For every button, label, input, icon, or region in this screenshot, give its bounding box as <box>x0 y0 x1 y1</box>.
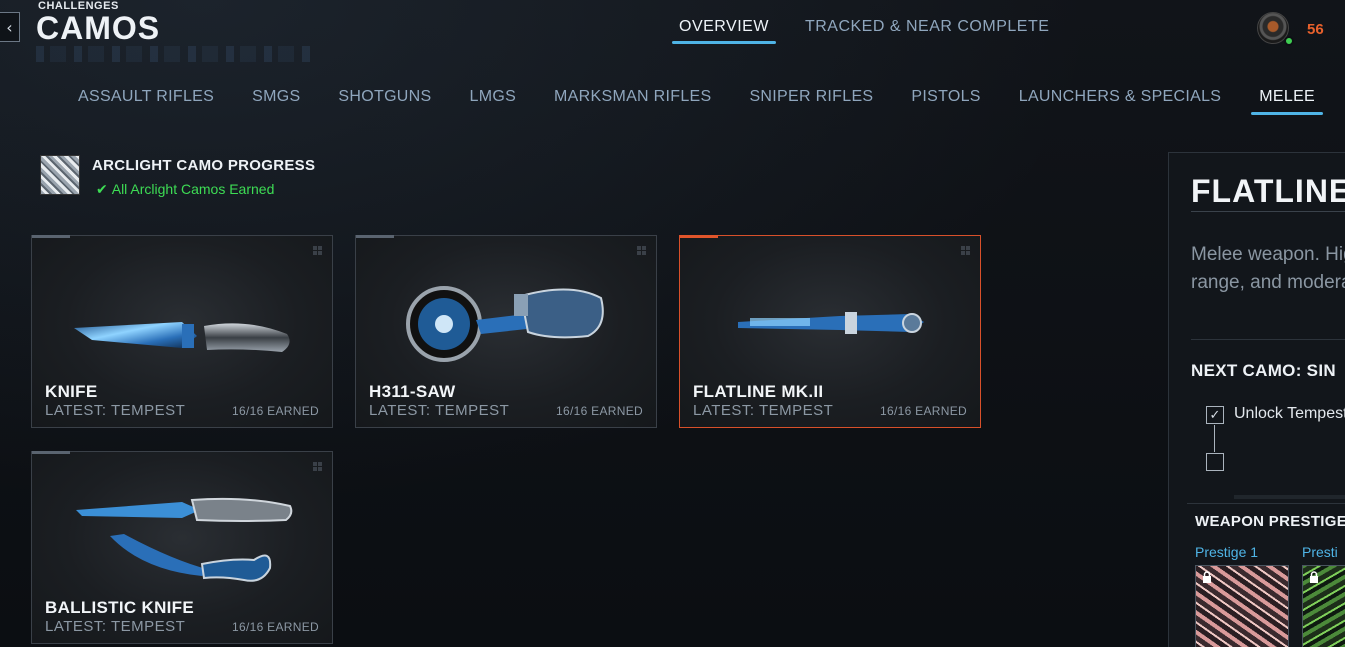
tab-launchers-specials[interactable]: LAUNCHERS & SPECIALS <box>1011 88 1230 112</box>
knife-image <box>74 322 290 352</box>
tab-shotguns[interactable]: SHOTGUNS <box>330 88 439 112</box>
challenge-checkbox-empty <box>1206 453 1224 471</box>
weapon-latest-camo: LATEST: TEMPEST <box>45 618 186 635</box>
prestige-1-camo-tile[interactable] <box>1195 565 1289 647</box>
arclight-status-text: All Arclight Camos Earned <box>111 181 275 197</box>
page-title: CAMOS <box>36 10 161 46</box>
arclight-camo-thumbnail <box>40 155 80 195</box>
weapon-card-h311-saw[interactable]: H311-SAW LATEST: TEMPEST 16/16 EARNED <box>355 235 657 428</box>
tab-sniper-rifles[interactable]: SNIPER RIFLES <box>741 88 881 112</box>
tab-pistols[interactable]: PISTOLS <box>903 88 988 112</box>
chevron-left-icon: ‹ <box>6 17 13 37</box>
description-line: Melee weapon. Hig <box>1191 244 1345 265</box>
back-button[interactable]: ‹ <box>0 12 20 42</box>
weapon-earned-count: 16/16 EARNED <box>232 404 319 418</box>
divider <box>1191 211 1345 212</box>
weapon-detail-panel: FLATLINE Melee weapon. Hig range, and mo… <box>1168 152 1345 647</box>
tab-overview[interactable]: OVERVIEW <box>672 18 776 44</box>
tab-melee[interactable]: MELEE <box>1251 88 1323 115</box>
weapon-latest-camo: LATEST: TEMPEST <box>369 402 510 419</box>
challenge-connector <box>1214 425 1215 452</box>
online-status-icon <box>1284 36 1294 46</box>
weapon-name: H311-SAW <box>369 382 456 401</box>
weapon-latest-camo: LATEST: TEMPEST <box>693 402 834 419</box>
flatline-mk2-image <box>738 312 924 334</box>
weapon-latest-camo: LATEST: TEMPEST <box>45 402 186 419</box>
detail-description: Melee weapon. Hig range, and modera <box>1191 241 1345 297</box>
challenge-label: Unlock Tempest C <box>1234 405 1345 422</box>
weapon-earned-count: 16/16 EARNED <box>880 404 967 418</box>
ballistic-knife-image <box>76 497 293 582</box>
weapon-category-tabs: ASSAULT RIFLES SMGS SHOTGUNS LMGS MARKSM… <box>70 88 1345 115</box>
weapon-earned-count: 16/16 EARNED <box>556 404 643 418</box>
tab-marksman-rifles[interactable]: MARKSMAN RIFLES <box>546 88 719 112</box>
checkmark-icon: ✔ <box>96 182 108 198</box>
h311-saw-image <box>406 286 604 362</box>
prestige-2-camo-tile[interactable] <box>1302 565 1345 647</box>
tab-lmgs[interactable]: LMGS <box>462 88 525 112</box>
challenge-progress-bar <box>1234 495 1345 499</box>
lock-icon <box>1203 571 1211 583</box>
tab-assault-rifles[interactable]: ASSAULT RIFLES <box>70 88 222 112</box>
challenge-checkbox-checked: ✓ <box>1206 406 1224 424</box>
weapon-prestige-title: WEAPON PRESTIGE <box>1195 513 1345 530</box>
checkmark-icon: ✓ <box>1209 407 1221 423</box>
weapon-card-flatline-mk2[interactable]: FLATLINE MK.II LATEST: TEMPEST 16/16 EAR… <box>679 235 981 428</box>
tab-tracked-near-complete[interactable]: TRACKED & NEAR COMPLETE <box>798 18 1056 42</box>
tab-smgs[interactable]: SMGS <box>244 88 308 112</box>
top-tabs: OVERVIEW TRACKED & NEAR COMPLETE <box>672 18 1078 44</box>
divider <box>1187 503 1345 504</box>
lock-icon <box>1310 571 1318 583</box>
weapon-earned-count: 16/16 EARNED <box>232 620 319 634</box>
prestige-2-label: Presti <box>1302 544 1338 560</box>
weapon-card-ballistic-knife[interactable]: BALLISTIC KNIFE LATEST: TEMPEST 16/16 EA… <box>31 451 333 644</box>
weapon-card-knife[interactable]: KNIFE LATEST: TEMPEST 16/16 EARNED <box>31 235 333 428</box>
prestige-1-label: Prestige 1 <box>1195 544 1259 560</box>
next-camo-title: NEXT CAMO: SIN <box>1191 361 1336 380</box>
header-decoration <box>36 46 316 62</box>
weapon-name: KNIFE <box>45 382 98 401</box>
player-level: 56 <box>1307 21 1324 38</box>
weapon-name: BALLISTIC KNIFE <box>45 598 194 617</box>
arclight-status: ✔ All Arclight Camos Earned <box>96 181 274 198</box>
description-line: range, and modera <box>1191 272 1345 293</box>
weapon-name: FLATLINE MK.II <box>693 382 824 401</box>
detail-weapon-title: FLATLINE <box>1191 173 1345 209</box>
arclight-progress-title: ARCLIGHT CAMO PROGRESS <box>92 157 316 174</box>
divider <box>1191 339 1345 340</box>
